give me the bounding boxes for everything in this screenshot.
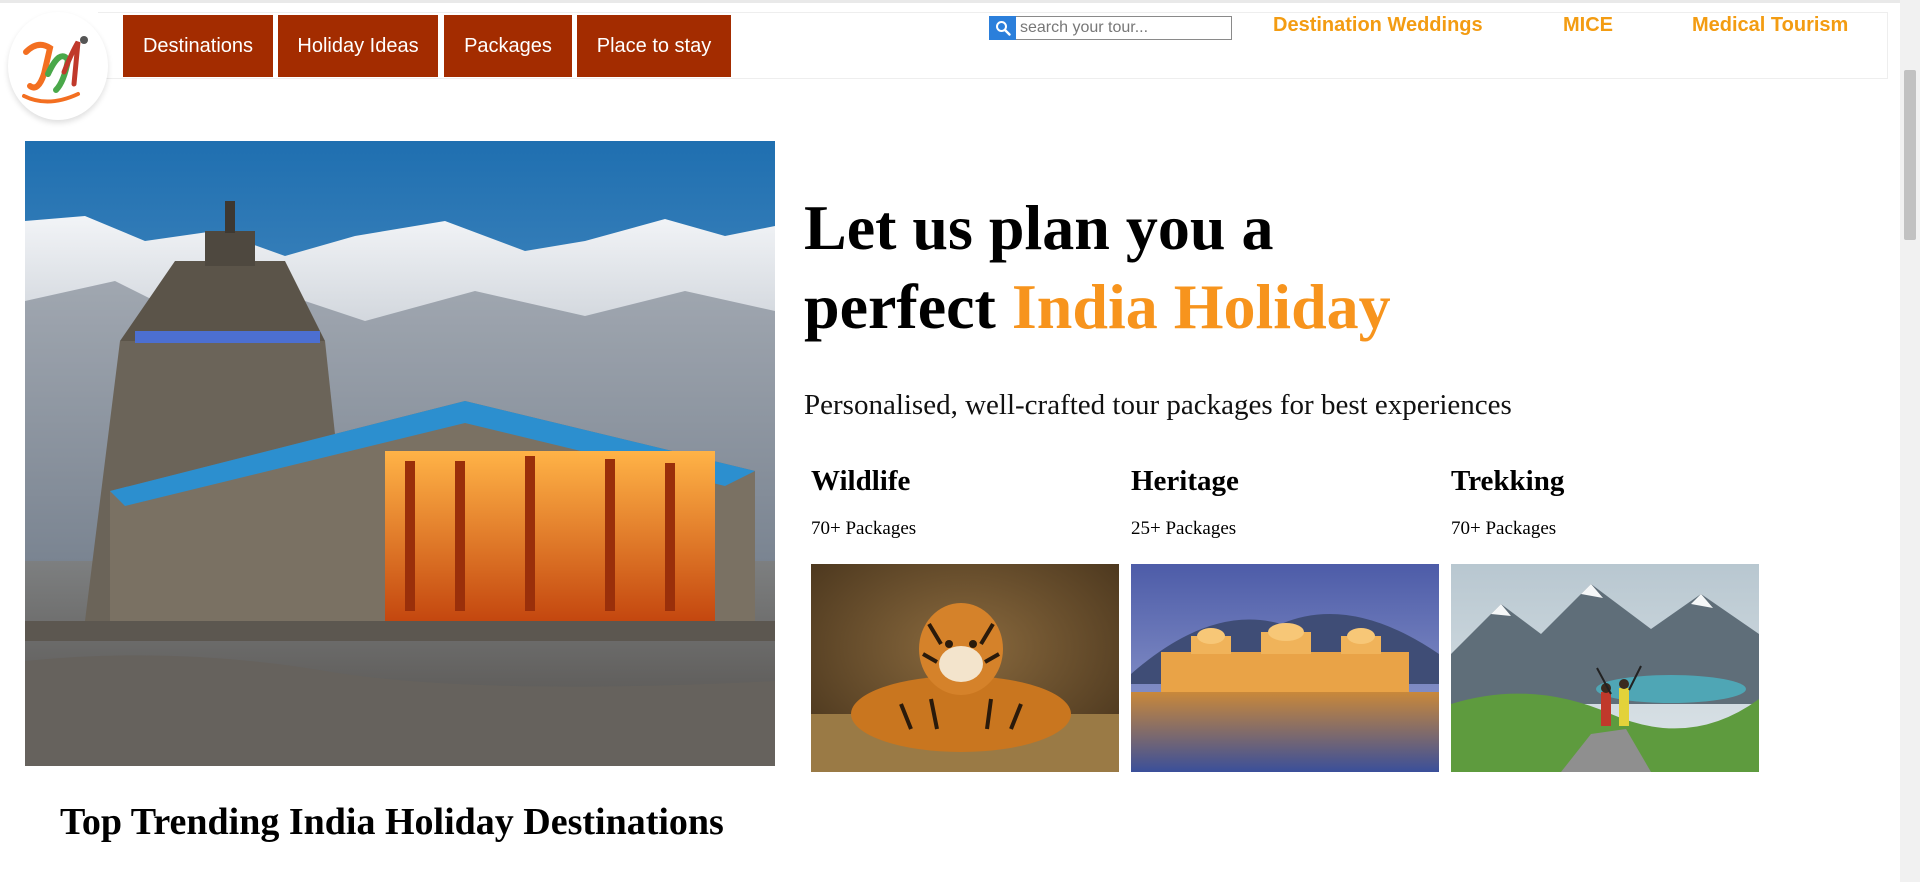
link-destination-weddings[interactable]: Destination Weddings — [1273, 14, 1483, 37]
hero-title-accent: India Holiday — [1011, 271, 1391, 342]
link-medical-tourism[interactable]: Medical Tourism — [1692, 14, 1848, 37]
nav-destinations[interactable]: Destinations — [123, 15, 273, 77]
category-count: 25+ Packages — [1131, 518, 1237, 539]
hero-subtitle: Personalised, well-crafted tour packages… — [804, 389, 1512, 421]
search-input[interactable] — [1016, 16, 1232, 40]
hero-temple-image — [25, 141, 775, 766]
link-mice[interactable]: MICE — [1563, 14, 1613, 37]
logo-mark-icon — [22, 36, 88, 104]
category-heritage[interactable]: Heritage 25+ Packages — [1131, 462, 1439, 772]
nav-place-to-stay[interactable]: Place to stay — [577, 15, 731, 77]
category-title: Wildlife — [811, 465, 911, 497]
category-wildlife[interactable]: Wildlife 70+ Packages — [811, 462, 1119, 772]
category-title: Trekking — [1451, 465, 1565, 497]
category-title: Heritage — [1131, 465, 1239, 497]
nav-holiday-ideas[interactable]: Holiday Ideas — [278, 15, 438, 77]
search-icon — [995, 21, 1011, 36]
page-scrollbar[interactable] — [1900, 0, 1920, 882]
category-trekking[interactable]: Trekking 70+ Packages — [1451, 462, 1759, 772]
search-box — [989, 16, 1232, 40]
trekking-mountain-image[interactable] — [1451, 564, 1759, 772]
hero-title-prefix: perfect — [804, 271, 996, 342]
category-count: 70+ Packages — [811, 518, 917, 539]
hero-title-line2: perfect India Holiday — [804, 267, 1391, 346]
heritage-palace-image[interactable] — [1131, 564, 1439, 772]
category-count: 70+ Packages — [1451, 518, 1557, 539]
trending-section-title: Top Trending India Holiday Destinations — [60, 801, 724, 843]
hero-title-line1: Let us plan you a — [804, 192, 1274, 263]
search-button[interactable] — [989, 16, 1016, 40]
wildlife-tiger-image[interactable] — [811, 564, 1119, 772]
nav-packages[interactable]: Packages — [444, 15, 572, 77]
site-logo[interactable] — [8, 12, 108, 120]
scrollbar-thumb[interactable] — [1904, 70, 1916, 240]
hero-title: Let us plan you a perfect India Holiday — [804, 188, 1391, 346]
top-border — [0, 0, 1900, 3]
